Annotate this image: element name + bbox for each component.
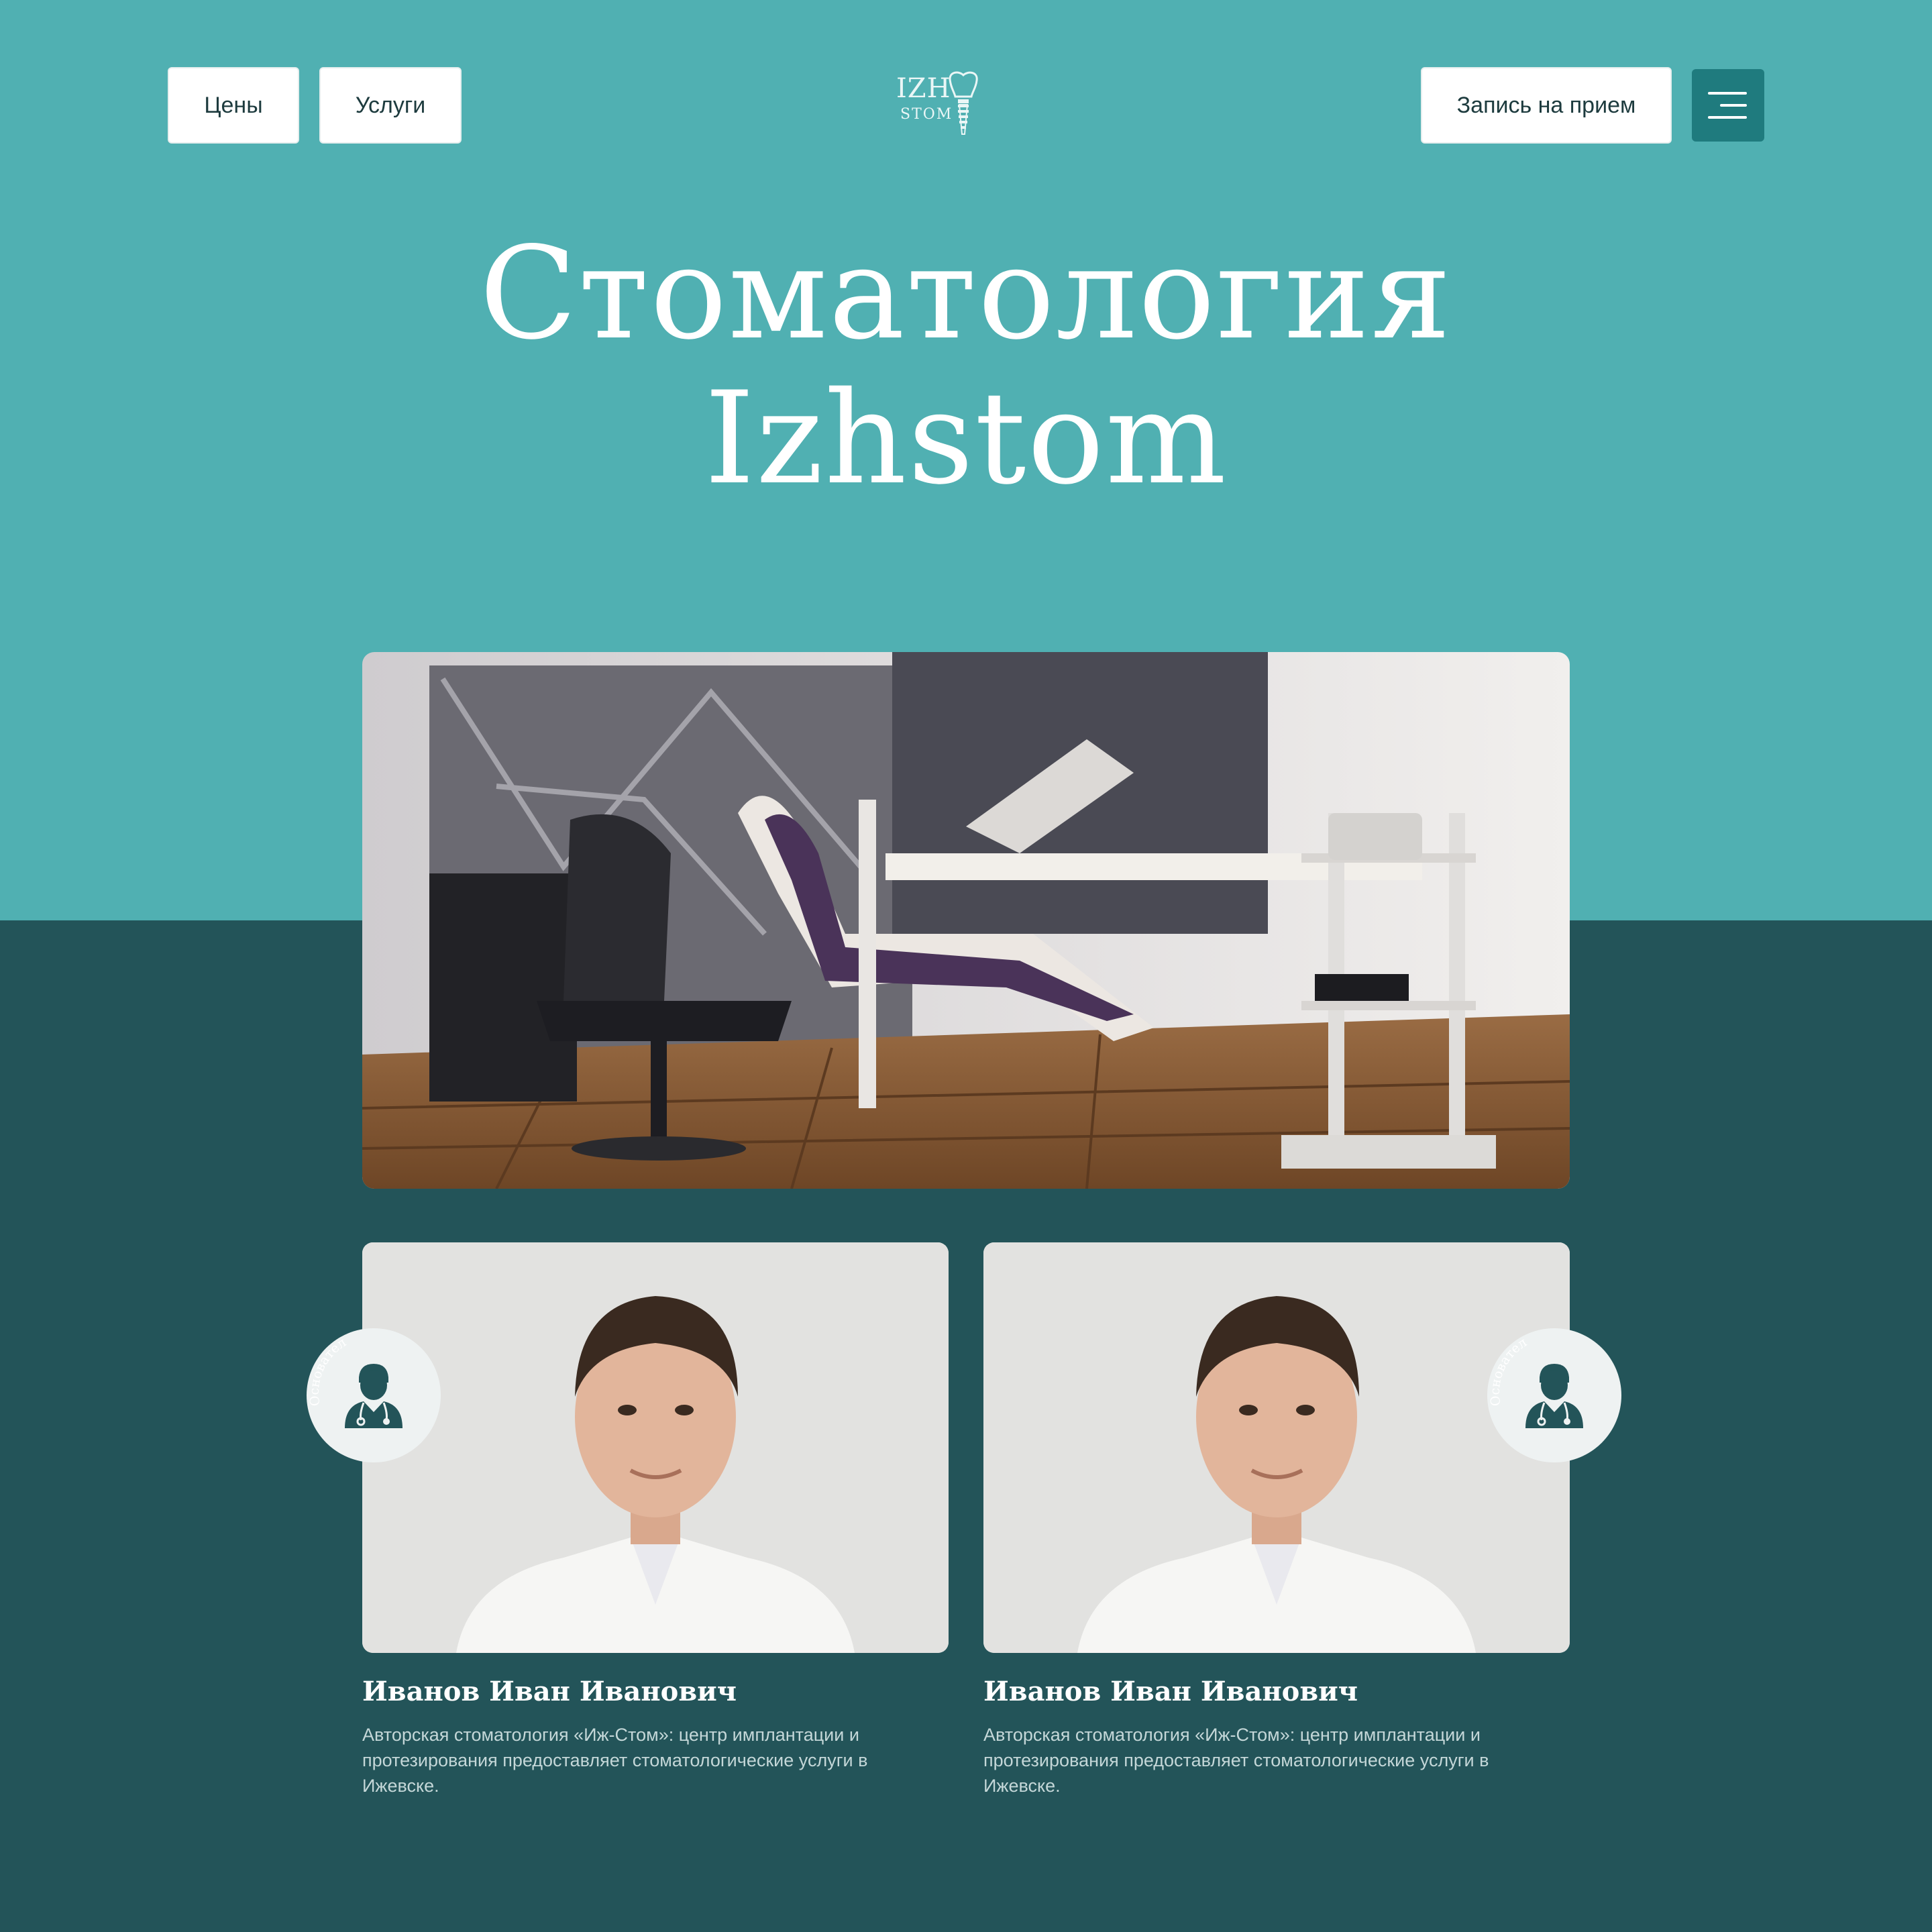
title-line-2: Izhstom: [704, 364, 1228, 513]
appointment-button[interactable]: Запись на прием: [1421, 67, 1672, 144]
doctor-name: Иванов Иван Иванович: [362, 1676, 737, 1707]
doctor-description: Авторская стоматология «Иж-Стом»: центр …: [983, 1725, 1489, 1796]
tooth-implant-icon: [949, 71, 978, 135]
services-button[interactable]: Услуги: [319, 67, 462, 144]
doctor-icon: [345, 1364, 402, 1428]
title-line-1: Стоматология: [479, 219, 1453, 368]
menu-icon: [1708, 92, 1747, 95]
site-logo[interactable]: IZH STOM: [896, 70, 983, 140]
doctor-description: Авторская стоматология «Иж-Стом»: центр …: [362, 1725, 868, 1796]
menu-icon-line: [1720, 104, 1747, 107]
logo-text: IZH: [896, 73, 951, 104]
prices-button[interactable]: Цены: [168, 67, 299, 144]
doctor-icon: [1525, 1364, 1583, 1428]
founder-badge: Основател: [303, 1325, 444, 1466]
page-title: Стоматология Izhstom: [0, 221, 1932, 511]
menu-button[interactable]: [1692, 69, 1764, 142]
doctor-name: Иванов Иван Иванович: [983, 1676, 1358, 1707]
clinic-photo: [362, 652, 1570, 1189]
menu-icon-line: [1708, 116, 1747, 119]
founder-badge: Основател: [1484, 1325, 1625, 1466]
